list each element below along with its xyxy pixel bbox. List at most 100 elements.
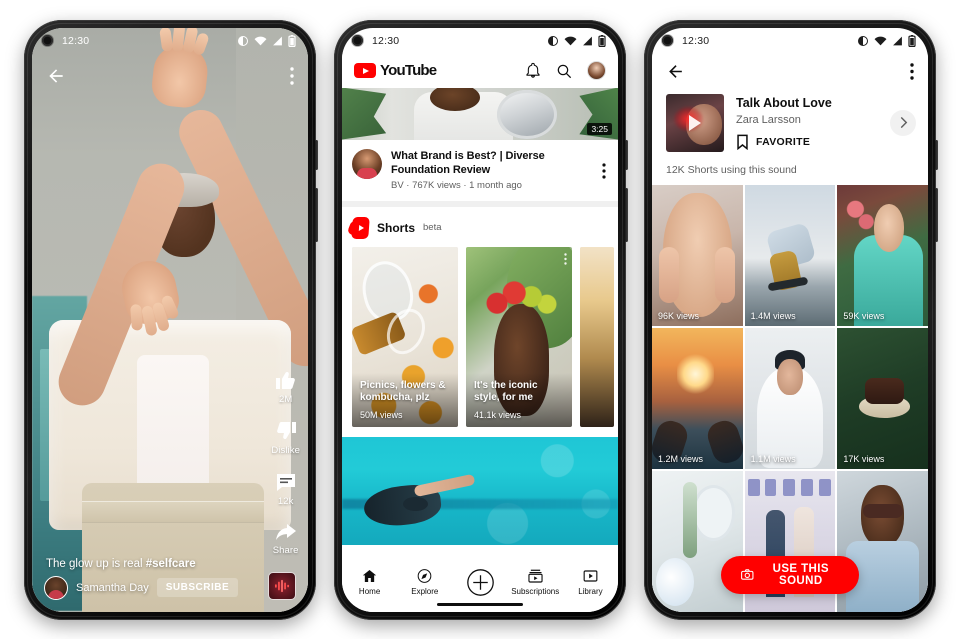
- youtube-play-icon: [354, 62, 376, 79]
- power-button[interactable]: [625, 139, 628, 170]
- nav-explore-label: Explore: [411, 586, 439, 596]
- favorite-label: FAVORITE: [756, 135, 811, 148]
- contrast-icon: [858, 35, 868, 46]
- nav-create[interactable]: [452, 568, 507, 597]
- nav-home-label: Home: [358, 586, 381, 596]
- status-time: 12:30: [62, 34, 90, 47]
- next-video-thumbnail[interactable]: [342, 436, 618, 545]
- contrast-icon: [238, 35, 248, 46]
- signal-icon: [583, 36, 592, 45]
- screenshot-stage: 12:30 2M Dislike 12k Share The glow up i…: [0, 0, 960, 639]
- avatar[interactable]: [44, 575, 68, 600]
- shorts-channel-row: Samantha Day SUBSCRIBE: [44, 575, 239, 600]
- volume-button[interactable]: [625, 187, 628, 242]
- channel-name[interactable]: Samantha Day: [76, 582, 149, 594]
- short-title: It's the iconic style, for me: [474, 380, 538, 404]
- play-icon: [689, 114, 701, 131]
- search-icon[interactable]: [556, 63, 572, 79]
- thumbs-up-icon: [275, 371, 295, 389]
- caption-hashtag[interactable]: #selfcare: [146, 558, 196, 570]
- shorts-beta-badge: beta: [423, 222, 442, 234]
- sound-title: Talk About Love: [736, 95, 832, 110]
- nav-home[interactable]: Home: [342, 568, 397, 596]
- more-vertical-icon[interactable]: [564, 252, 567, 270]
- volume-button[interactable]: [935, 187, 938, 242]
- shorts-carousel[interactable]: Picnics, flowers & kombucha, plz 50M vie…: [342, 246, 618, 427]
- shorts-count-label: 12K Shorts using this sound: [652, 163, 928, 185]
- nav-library[interactable]: Library: [563, 568, 618, 596]
- back-arrow-icon[interactable]: [666, 62, 685, 81]
- grid-cell[interactable]: 96K views: [652, 184, 743, 326]
- sound-cover-art[interactable]: [666, 93, 724, 152]
- home-indicator: [437, 602, 523, 606]
- grid-cell[interactable]: 1.1M views: [744, 327, 836, 469]
- featured-video-meta: What Brand is Best? | Diverse Foundation…: [342, 139, 618, 201]
- subscriptions-icon: [528, 569, 543, 583]
- short-card[interactable]: [580, 246, 614, 427]
- use-this-sound-button[interactable]: USE THIS SOUND: [721, 555, 859, 594]
- share-button[interactable]: Share: [273, 521, 299, 556]
- video-title[interactable]: What Brand is Best? | Diverse Foundation…: [391, 149, 593, 177]
- camera-hole: [662, 35, 673, 46]
- youtube-logo[interactable]: YouTube: [354, 62, 437, 79]
- shorts-shelf-header: Shorts beta: [342, 215, 618, 247]
- battery-icon: [908, 34, 916, 47]
- phone-2-youtube-home: 12:30 YouTube 3:25 What Brand is Best? |…: [334, 19, 628, 620]
- share-icon: [275, 523, 296, 540]
- comment-button[interactable]: 12k: [274, 470, 298, 507]
- compass-icon: [417, 568, 432, 583]
- back-arrow-icon[interactable]: [46, 66, 66, 86]
- featured-video-thumbnail[interactable]: 3:25: [342, 87, 618, 140]
- grid-views: 1.2M views: [658, 453, 704, 464]
- signal-icon: [893, 36, 902, 45]
- wifi-icon: [564, 36, 577, 45]
- wifi-icon: [874, 36, 887, 45]
- youtube-wordmark: YouTube: [380, 62, 437, 79]
- subscribe-button[interactable]: SUBSCRIBE: [156, 578, 239, 597]
- nav-explore[interactable]: Explore: [397, 568, 452, 596]
- phone-1-top-bar: [32, 54, 308, 98]
- grid-cell[interactable]: 1.2M views: [652, 327, 743, 469]
- audio-waveform-icon: [275, 579, 289, 592]
- nav-subscriptions[interactable]: Subscriptions: [508, 568, 563, 596]
- chevron-right-icon[interactable]: [890, 109, 916, 136]
- shorts-caption: The glow up is real #selfcare: [46, 558, 238, 570]
- status-time: 12:30: [372, 34, 400, 47]
- short-card[interactable]: Picnics, flowers & kombucha, plz 50M vie…: [352, 246, 458, 427]
- sound-thumbnail-button[interactable]: [268, 571, 296, 600]
- more-vertical-icon[interactable]: [290, 66, 294, 85]
- phone-3-top-bar: [652, 53, 928, 90]
- comment-icon: [276, 473, 295, 491]
- like-button[interactable]: 2M: [274, 368, 298, 405]
- shorts-action-rail: 2M Dislike 12k Share: [271, 368, 300, 556]
- shorts-shelf-title: Shorts: [377, 220, 416, 235]
- bell-icon[interactable]: [525, 62, 541, 79]
- share-label: Share: [272, 544, 299, 556]
- favorite-button[interactable]: FAVORITE: [736, 134, 878, 150]
- grid-cell[interactable]: [837, 470, 928, 612]
- grid-views: 17K views: [843, 453, 885, 464]
- grid-views: 1.4M views: [750, 310, 796, 321]
- grid-cell[interactable]: 59K views: [837, 184, 928, 326]
- phone-3-screen: 12:30 Talk About Love Zara Larsson FAVOR…: [652, 27, 928, 612]
- volume-button[interactable]: [315, 187, 318, 242]
- phone-1-status-bar: 12:30: [32, 28, 308, 54]
- phone-1-screen: 12:30 2M Dislike 12k Share The glow up i…: [32, 27, 308, 612]
- video-subtitle: BV · 767K views · 1 month ago: [391, 179, 522, 191]
- comment-count: 12k: [277, 495, 294, 507]
- power-button[interactable]: [315, 139, 318, 170]
- dislike-button[interactable]: Dislike: [271, 419, 300, 456]
- sound-header: Talk About Love Zara Larsson FAVORITE: [652, 89, 928, 164]
- grid-cell[interactable]: 1.4M views: [744, 184, 836, 326]
- account-avatar[interactable]: [587, 61, 606, 80]
- short-card[interactable]: It's the iconic style, for me 41.1k view…: [466, 246, 572, 427]
- library-icon: [583, 569, 598, 582]
- power-button[interactable]: [935, 139, 938, 170]
- more-vertical-icon[interactable]: [602, 149, 606, 191]
- channel-avatar[interactable]: [352, 148, 382, 179]
- grid-cell[interactable]: 17K views: [837, 327, 928, 469]
- grid-views: 1.1M views: [750, 453, 796, 464]
- nav-subscriptions-label: Subscriptions: [511, 586, 560, 596]
- camera-hole: [42, 35, 53, 46]
- more-vertical-icon[interactable]: [910, 63, 914, 80]
